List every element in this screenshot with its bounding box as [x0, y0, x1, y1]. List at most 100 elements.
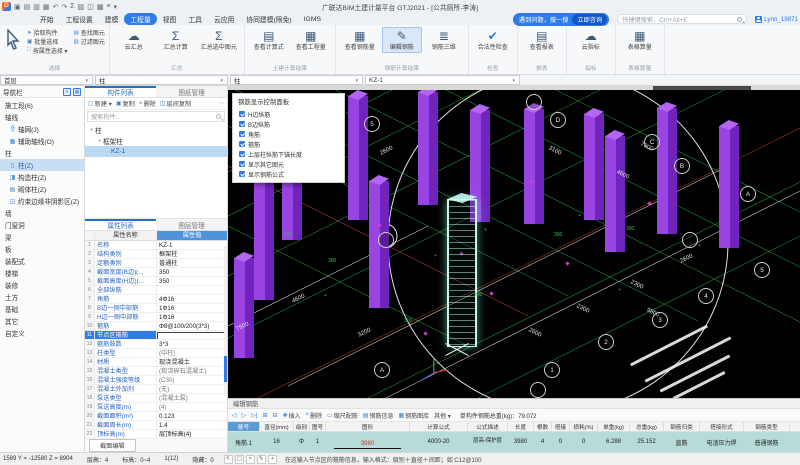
property-row-截面宽度(B边)(...[interactable]: 4截面宽度(B边)(...350 — [85, 268, 227, 277]
menu-tab-建模[interactable]: 建模 — [99, 13, 125, 25]
rebar-table-row[interactable]: 角筋.116Φ139804000-20层高-保护层39804006.28825.… — [228, 432, 800, 452]
find-tool-过滤图元[interactable]: ▥过滤图元 — [74, 37, 105, 46]
property-row-结构类别[interactable]: 2结构类别框架柱 — [85, 250, 227, 259]
property-row-材质[interactable]: 14材质现浇混凝土 — [85, 358, 227, 367]
menu-tab-开始[interactable]: 开始 — [34, 13, 60, 25]
concrete-column-3d[interactable] — [524, 109, 544, 224]
user-account[interactable]: Lynn_19871 — [755, 16, 798, 23]
filter-combo-3[interactable]: KZ-1▼ — [365, 75, 520, 85]
editor-toolbar-▷|[interactable]: ▷| — [251, 412, 257, 419]
concrete-column-3d[interactable] — [657, 108, 677, 234]
editor-toolbar-删除[interactable]: ×删除 — [306, 411, 323, 420]
tab-property-list[interactable]: 属性列表 — [85, 219, 156, 230]
sidebar-item-装配式[interactable]: 装配式 — [0, 255, 84, 267]
property-row-B边一侧中部筋[interactable]: 8B边一侧中部筋1Φ16 — [85, 304, 227, 313]
quick-access-icon[interactable]: ↶ — [53, 3, 59, 11]
sidebar-item-装修[interactable]: 装修 — [0, 279, 84, 291]
rebar-option-显示钢筋公式[interactable]: 显示钢筋公式 — [233, 169, 344, 179]
checkbox-checked-icon[interactable] — [239, 161, 245, 167]
sidebar-item-墙[interactable]: 墙 — [0, 207, 84, 219]
property-row-截面高度(H边)(...[interactable]: 5截面高度(H边)(...350 — [85, 277, 227, 286]
sidebar-item-柱(Z)[interactable]: ▯柱(Z) — [0, 159, 84, 171]
quick-access-icon[interactable]: ↷ — [61, 3, 67, 11]
concrete-column-3d[interactable] — [234, 258, 254, 358]
component-toolbar-新建[interactable]: ▢新建 ▾ — [88, 99, 112, 108]
menu-tab-协同建模(限免)[interactable]: 协同建模(限免) — [240, 13, 297, 25]
property-scrollbar[interactable] — [224, 246, 227, 396]
select-tool-icon[interactable] — [4, 29, 22, 51]
editor-toolbar-⊞[interactable]: ⊞ — [262, 412, 267, 419]
concrete-column-3d[interactable] — [719, 126, 739, 248]
property-row-箍筋[interactable]: 10箍筋Φ8@100/200(3*3) — [85, 322, 227, 331]
shortcut-search-input[interactable]: 快捷键搜索，Ctrl+Alt+E — [617, 14, 747, 24]
sidebar-item-砌体柱(Z)[interactable]: ▤砌体柱(Z) — [0, 183, 84, 195]
status-tool-icon[interactable]: ✎ — [257, 455, 266, 464]
rebar-option-箍筋[interactable]: 箍筋 — [233, 139, 344, 149]
property-row-箍筋肢数[interactable]: 12箍筋肢数3*3 — [85, 340, 227, 349]
concrete-column-3d[interactable] — [348, 96, 368, 220]
editor-toolbar-插入[interactable]: ✚插入 — [283, 411, 301, 420]
menu-tab-视图[interactable]: 视图 — [157, 13, 183, 25]
sidebar-item-梁[interactable]: 梁 — [0, 231, 84, 243]
sidebar-item-轴线[interactable]: 轴线 — [0, 111, 84, 123]
concrete-column-3d[interactable] — [254, 174, 274, 300]
sidebar-item-门窗洞[interactable]: 门窗洞 — [0, 219, 84, 231]
quick-access-icon[interactable]: ◫ — [87, 3, 94, 11]
node-stirrup-input[interactable] — [157, 332, 227, 339]
quick-access-icon[interactable]: ▣ — [14, 3, 21, 11]
property-row-全部纵筋[interactable]: 6全部纵筋 — [85, 286, 227, 295]
menu-tab-IGMS[interactable]: IGMS — [298, 15, 327, 24]
menu-tab-云应用[interactable]: 云应用 — [208, 13, 240, 25]
tree-item-框架柱[interactable]: ▾框架柱 — [85, 135, 227, 146]
quick-access-icon[interactable]: ▤ — [24, 3, 31, 11]
checkbox-checked-icon[interactable] — [239, 151, 245, 157]
help-promo-banner[interactable]: 遇到问题，搜一搜 立即咨询 — [513, 13, 609, 26]
rebar-option-上层柱纵筋下锚长度[interactable]: 上层柱纵筋下锚长度 — [233, 149, 344, 159]
quick-access-icon[interactable]: ▩ — [97, 3, 104, 11]
editor-toolbar-其他 ▾[interactable]: 其他 ▾ — [434, 411, 451, 420]
tree-item-柱[interactable]: ▾柱 — [85, 124, 227, 135]
editor-toolbar-◁[interactable]: ◁ — [232, 412, 237, 419]
sidebar-item-基础[interactable]: 基础 — [0, 303, 84, 315]
checkbox-checked-icon[interactable] — [239, 111, 245, 117]
ribbon-button-查看计算式[interactable]: ▤查看计算式 — [249, 27, 289, 53]
select-tool-批量选择[interactable]: ▣批量选择 — [27, 37, 68, 46]
sidebar-item-土方[interactable]: 土方 — [0, 291, 84, 303]
filter-combo-1[interactable]: 柱▼ — [95, 75, 228, 85]
property-row-混凝土类型[interactable]: 15混凝土类型(现浇碎石混凝土) — [85, 367, 227, 376]
filter-combo-0[interactable]: 首层▼ — [0, 75, 93, 85]
ribbon-button-钢筋三维[interactable]: ≣钢筋三维 — [424, 27, 464, 53]
sidebar-item-辅助轴线(O)[interactable]: ▦辅助轴线(O) — [0, 135, 84, 147]
rebar-option-H边纵筋[interactable]: H边纵筋 — [233, 109, 344, 119]
checkbox-checked-icon[interactable] — [239, 171, 245, 177]
status-tool-icon[interactable]: × — [246, 455, 255, 464]
quick-access-icon[interactable]: Σ — [70, 3, 74, 10]
viewport-hscrollbar[interactable] — [228, 86, 800, 90]
property-row-泵送类型[interactable]: 18泵送类型(混凝土泵) — [85, 394, 227, 403]
component-toolbar-层间复制[interactable]: ◫层间复制 — [160, 99, 191, 108]
property-row-节点区箍筋[interactable]: 11节点区箍筋 — [85, 331, 227, 340]
sidebar-item-轴网(J)[interactable]: ╬轴网(J) — [0, 123, 84, 135]
status-tool-icon[interactable]: ↖ — [224, 455, 233, 464]
editor-toolbar-⊟[interactable]: ⊟ — [272, 412, 277, 419]
tab-component-list[interactable]: 构件列表 — [85, 86, 156, 97]
status-tool-icon[interactable]: ▢ — [235, 455, 244, 464]
component-toolbar-删除[interactable]: ×删除 — [139, 99, 156, 108]
sidebar-item-约束边缘非阴影区(Z)[interactable]: ◲约束边缘非阴影区(Z) — [0, 195, 84, 207]
ribbon-button-云指标[interactable]: ☁云指标 — [571, 27, 611, 53]
tab-layer-management[interactable]: 图层管理 — [156, 219, 227, 230]
editor-toolbar-▷[interactable]: ▷ — [242, 412, 247, 419]
ribbon-button-编辑钢筋[interactable]: ✎编辑钢筋 — [382, 27, 422, 53]
rebar-editor-tab[interactable]: 编辑钢筋 — [228, 399, 800, 409]
tab-drawing-management[interactable]: 图纸管理 — [156, 86, 227, 97]
consult-now-button[interactable]: 立即咨询 — [572, 14, 607, 25]
ribbon-button-表格算量[interactable]: ▦表格算量 — [620, 27, 660, 53]
nav-grid-view-icon[interactable]: ▦ — [73, 88, 81, 96]
concrete-column-3d[interactable] — [584, 114, 604, 220]
menu-tab-工具[interactable]: 工具 — [182, 13, 208, 25]
tree-item-KZ-1[interactable]: KZ-1 — [85, 146, 227, 157]
select-tool-拾取构件[interactable]: ➤拾取构件 — [27, 28, 68, 37]
filter-combo-2[interactable]: 柱▼ — [230, 75, 363, 85]
editor-toolbar-钢筋图库[interactable]: ▦钢筋图库 — [398, 411, 429, 420]
ribbon-button-云汇总[interactable]: ☁云汇总 — [114, 27, 154, 53]
